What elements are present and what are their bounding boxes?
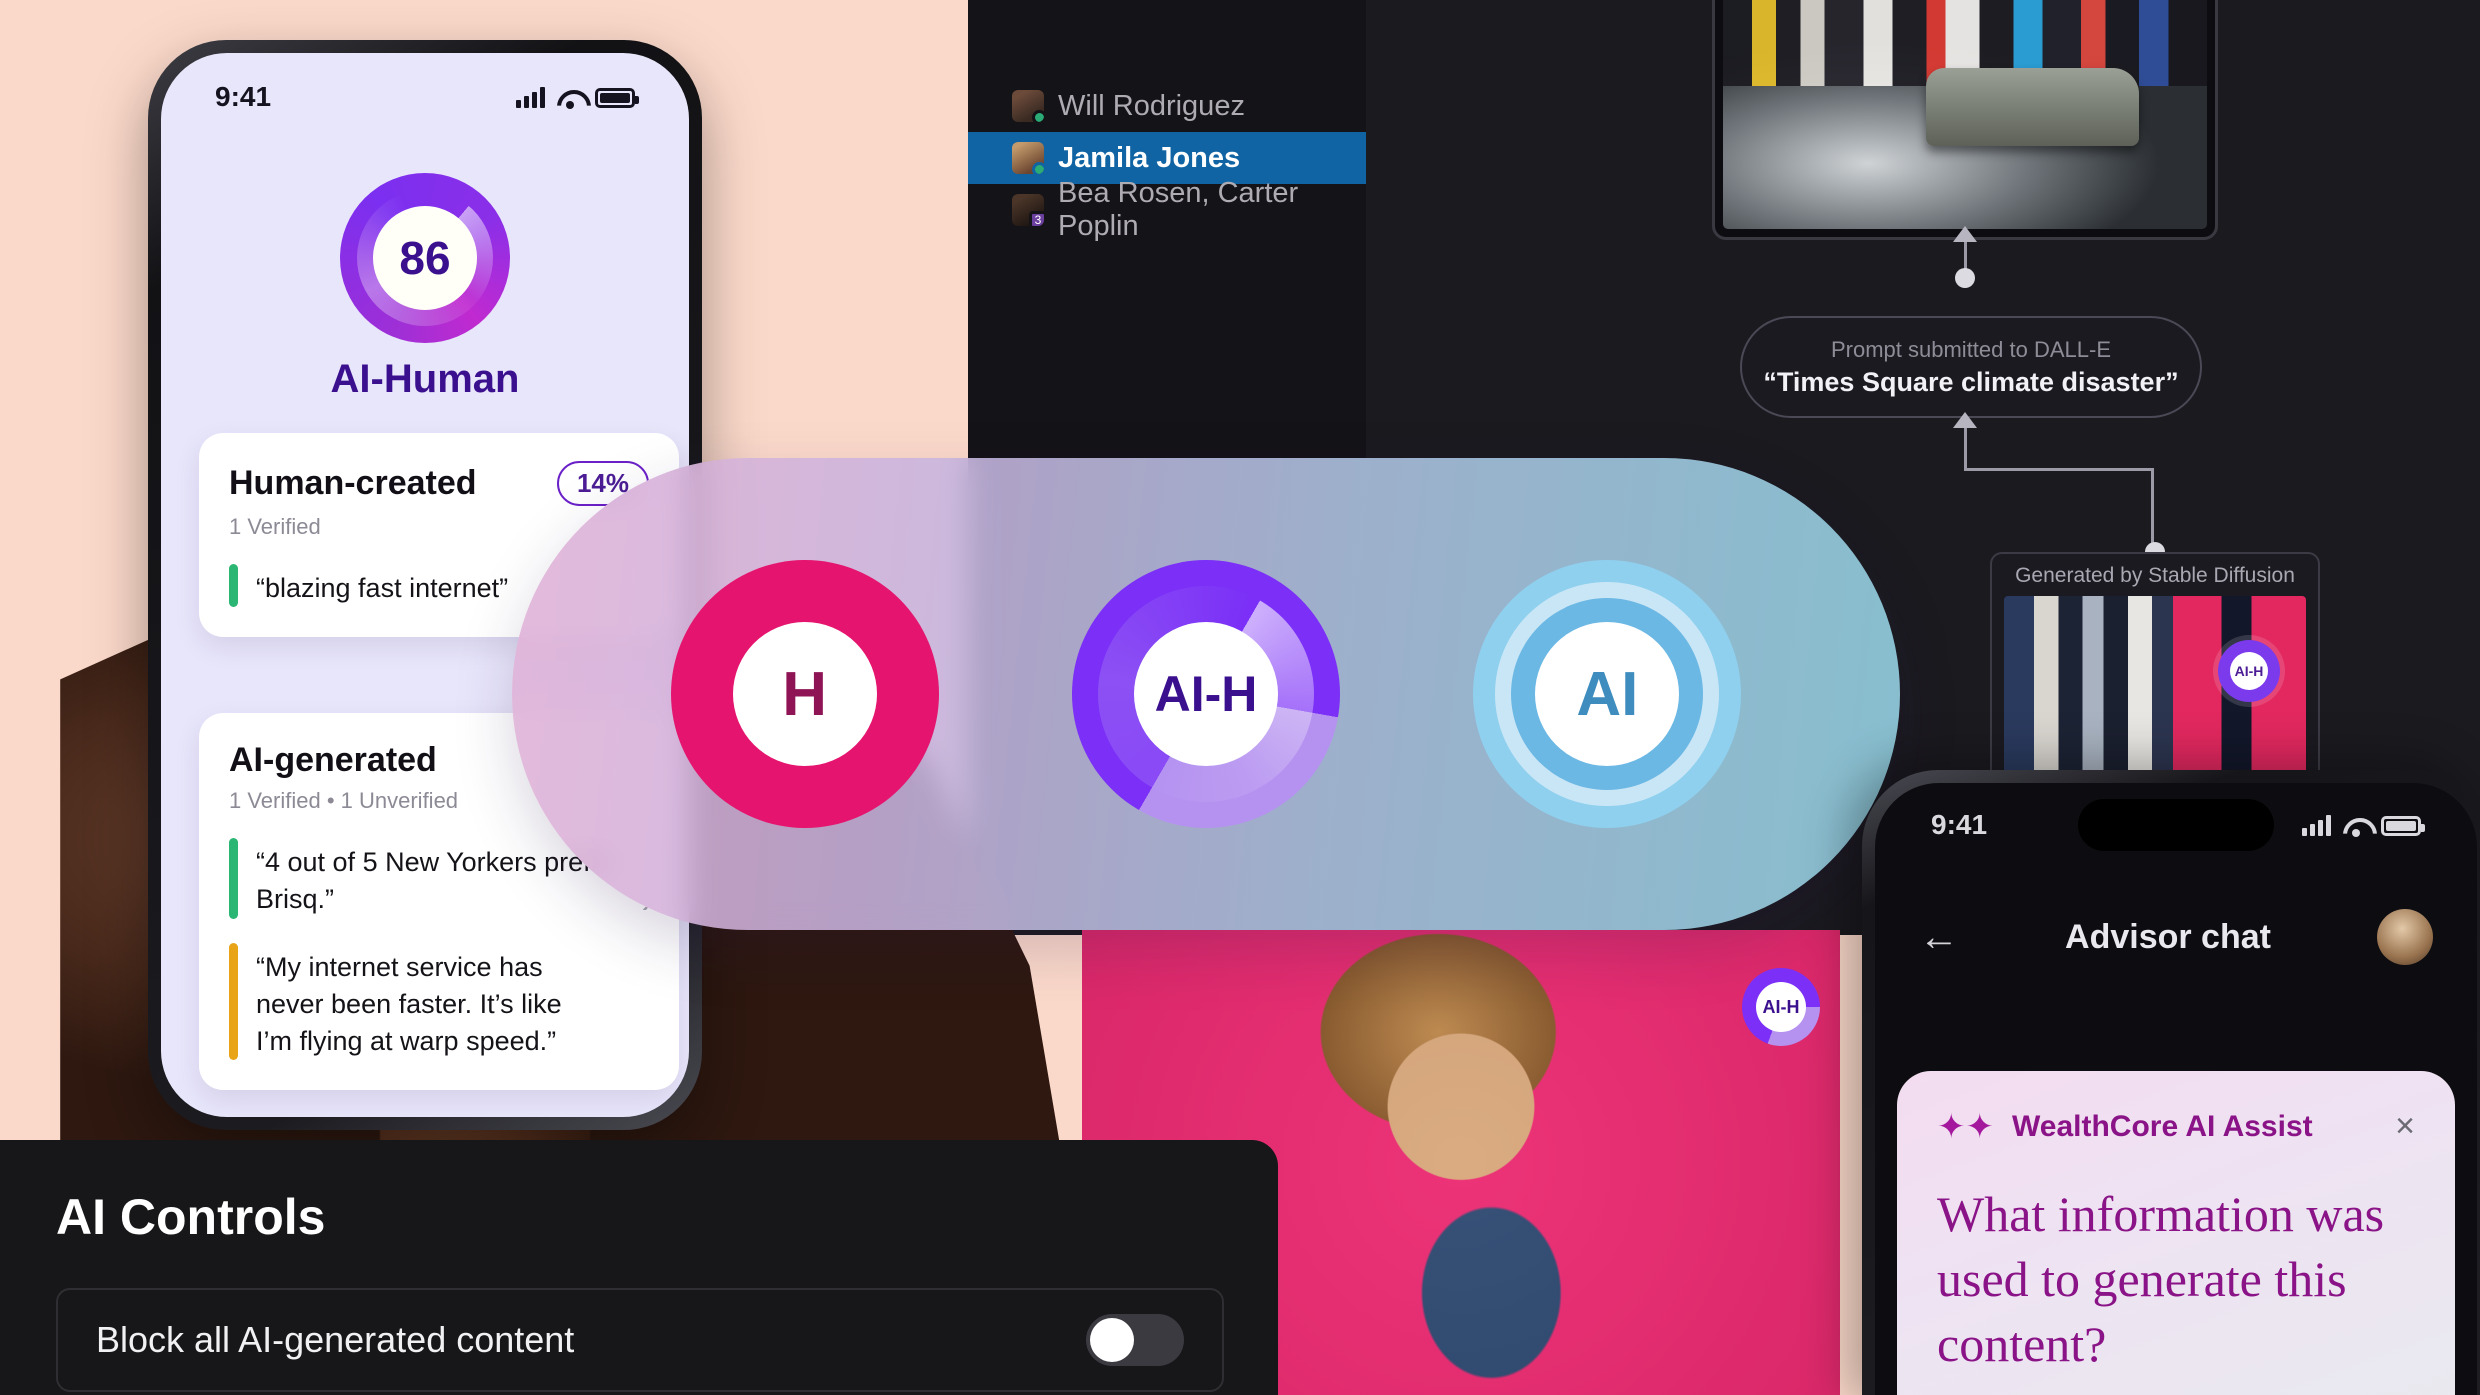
unread-count-badge: 3 — [1029, 211, 1044, 226]
generated-image-frame: AI-H — [1712, 0, 2218, 240]
block-ai-content-toggle[interactable] — [1086, 1314, 1184, 1366]
status-bar-indicator — [229, 838, 238, 919]
block-ai-content-row[interactable]: Block all AI-generated content — [56, 1288, 1224, 1392]
close-icon[interactable]: × — [2395, 1107, 2415, 1146]
badge-label: AI — [1535, 622, 1680, 766]
ai-assist-header: ✦✦ WealthCore AI Assist × — [1937, 1107, 2415, 1146]
status-bar: 9:41 — [1875, 805, 2477, 845]
presence-online-icon — [1032, 162, 1044, 174]
connector-line — [1964, 468, 2154, 471]
ai-human-gauge: 86 AI-Human — [161, 173, 689, 402]
badge-label: H — [732, 622, 877, 766]
arrow-up-icon — [1953, 226, 1977, 242]
dm-item-label: Will Rodriguez — [1058, 89, 1245, 122]
gauge-label: AI-Human — [330, 357, 520, 401]
toggle-knob — [1090, 1318, 1134, 1362]
connector-dot — [1955, 268, 1975, 288]
badge-label: AI-H — [1133, 622, 1278, 766]
ai-h-badge-label: AI-H — [2230, 652, 2268, 690]
gauge-ring: 86 — [340, 173, 510, 343]
signal-icon — [2302, 814, 2331, 836]
ai-h-badge-label: AI-H — [1756, 982, 1806, 1032]
card-header: Human-created 14% — [229, 461, 649, 506]
status-bar-time: 9:41 — [1931, 809, 1988, 840]
status-bar-time: 9:41 — [215, 81, 272, 112]
times-square-flood-image — [1723, 0, 2207, 229]
ai-h-badge-icon[interactable]: AI-H — [2218, 640, 2280, 702]
prompt-card-value: “Times Square climate disaster” — [1763, 366, 2179, 397]
dm-item-label: Bea Rosen, Carter Poplin — [1058, 177, 1299, 242]
connector-line — [1964, 424, 1967, 470]
status-bar-indicator — [229, 942, 238, 1061]
navigation-bar: ← Advisor chat — [1875, 891, 2477, 983]
ai-assist-sheet: ✦✦ WealthCore AI Assist × What informati… — [1897, 1071, 2455, 1395]
avatar[interactable] — [2377, 909, 2433, 965]
right-phone-screen: 9:41 ← Advisor chat ✦✦ WealthCore AI Ass… — [1875, 783, 2477, 1395]
battery-icon — [595, 88, 639, 108]
avatar-group: 3 — [1012, 194, 1044, 226]
quote-text: “My internet service has never been fast… — [256, 951, 562, 1057]
dm-item-will-rodriguez[interactable]: Will Rodriguez — [968, 80, 1366, 132]
dm-item-label: Jamila Jones — [1058, 141, 1241, 174]
dm-item-group[interactable]: 3 Bea Rosen, Carter Poplin — [968, 177, 1366, 242]
presence-online-icon — [1032, 110, 1044, 122]
wifi-icon — [557, 88, 583, 109]
battery-icon — [2381, 816, 2425, 836]
gauge-score: 86 — [373, 206, 477, 310]
status-bar-indicator — [229, 564, 238, 608]
right-phone-device: 9:41 ← Advisor chat ✦✦ WealthCore AI Ass… — [1862, 770, 2480, 1395]
block-ai-content-label: Block all AI-generated content — [96, 1319, 575, 1360]
card-title: AI-generated — [229, 741, 437, 779]
ai-assist-brand: WealthCore AI Assist — [2011, 1109, 2313, 1143]
badge-legend-pill: H AI-H AI — [512, 458, 1900, 930]
prompt-card-label: Prompt submitted to DALL-E — [1830, 336, 2111, 362]
badge-ai[interactable]: AI — [1473, 560, 1742, 828]
avatar — [1012, 142, 1044, 174]
source-thumbnail: AI-H — [2004, 596, 2306, 782]
ai-h-badge-icon[interactable]: AI-H — [1742, 968, 1820, 1046]
sparkle-icon: ✦✦ — [1937, 1107, 1994, 1146]
status-bar: 9:41 — [161, 77, 689, 117]
arrow-up-icon — [1953, 412, 1977, 428]
ai-controls-title: AI Controls — [56, 1189, 326, 1245]
screenshot-canvas: Direct messages Will Rodriguez Jamila Jo… — [0, 0, 2480, 1395]
signal-icon — [516, 86, 545, 108]
ai-assist-question: What information was used to generate th… — [1937, 1186, 2385, 1372]
wifi-icon — [2343, 816, 2369, 837]
page-title: Advisor chat — [2065, 917, 2271, 956]
back-arrow-icon[interactable]: ← — [1919, 915, 1959, 960]
quote-text: “blazing fast internet” — [256, 573, 509, 603]
badge-ai-human[interactable]: AI-H — [1071, 560, 1340, 828]
source-model-label: Generated by Stable Diffusion — [2015, 564, 2295, 587]
card-title: Human-created — [229, 464, 477, 502]
badge-human[interactable]: H — [670, 560, 939, 828]
prompt-card: Prompt submitted to DALL-E “Times Square… — [1740, 316, 2202, 418]
ai-controls-panel: AI Controls Block all AI-generated conte… — [0, 1140, 1278, 1395]
avatar — [1012, 90, 1044, 122]
quote-row[interactable]: “My internet service has never been fast… — [229, 882, 653, 1061]
